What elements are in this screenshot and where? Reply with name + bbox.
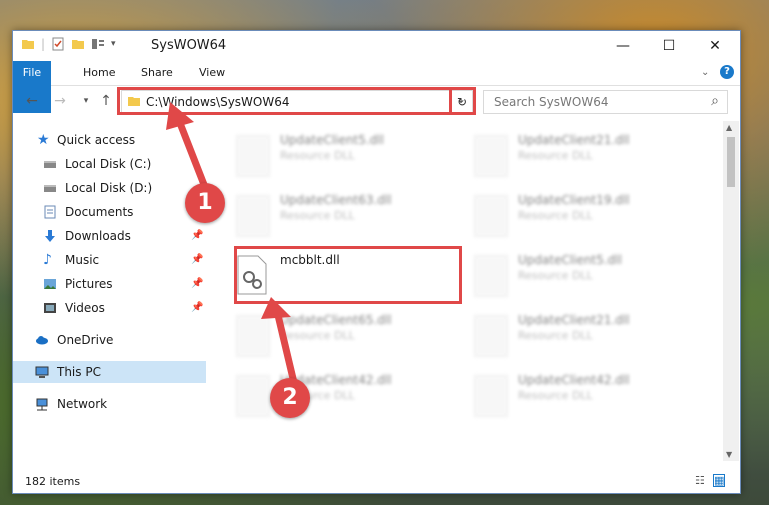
file-item[interactable]: UpdateClient5.dll Resource DLL [446, 247, 646, 299]
step-2-badge: 2 [270, 378, 310, 418]
dll-file-icon [474, 195, 508, 237]
file-name: UpdateClient21.dll [518, 313, 630, 327]
sidebar-item-label: Local Disk (D:) [65, 181, 153, 195]
window-title: SysWOW64 [151, 38, 227, 53]
pin-icon: 📌 [191, 278, 204, 289]
properties-icon[interactable] [51, 37, 65, 51]
file-name: UpdateClient21.dll [518, 133, 630, 147]
sidebar-item-label: Pictures [65, 277, 113, 291]
tab-share[interactable]: Share [133, 61, 181, 85]
star-icon: ★ [37, 132, 50, 148]
maximize-button[interactable]: ☐ [646, 31, 692, 61]
sidebar-item-onedrive[interactable]: OneDrive [13, 329, 206, 351]
music-icon: ♪ [43, 252, 52, 268]
dll-file-icon [474, 135, 508, 177]
search-input[interactable]: Search SysWOW64 [494, 95, 608, 109]
file-name: UpdateClient19.dll [518, 193, 630, 207]
file-type: Resource DLL [518, 209, 593, 222]
sidebar-item-music[interactable]: ♪ Music 📌 [13, 249, 206, 271]
sidebar-item-label: Network [57, 397, 108, 411]
videos-icon [44, 303, 56, 313]
file-name: UpdateClient5.dll [280, 133, 384, 147]
quick-access-toolbar: | ▾ [21, 37, 116, 51]
scroll-up-icon[interactable]: ▲ [726, 123, 732, 132]
sidebar-item-label: Downloads [65, 229, 131, 243]
status-bar: 182 items ☷ ▦ [13, 469, 740, 493]
file-item[interactable]: UpdateClient21.dll Resource DLL [446, 307, 646, 359]
forward-button[interactable]: → [51, 92, 69, 110]
sidebar-item-downloads[interactable]: Downloads 📌 [13, 225, 206, 247]
cloud-icon [36, 336, 48, 345]
recent-locations-button[interactable]: ▾ [77, 92, 95, 110]
file-name: UpdateClient63.dll [280, 193, 392, 207]
expand-ribbon-icon[interactable]: ⌄ [701, 67, 709, 78]
step-1-badge: 1 [185, 183, 225, 223]
help-icon[interactable]: ? [720, 65, 734, 79]
sidebar-item-videos[interactable]: Videos 📌 [13, 297, 206, 319]
refresh-highlight-box [449, 87, 476, 115]
file-item[interactable]: UpdateClient5.dll Resource DLL [208, 127, 408, 179]
vertical-scrollbar[interactable]: ▲ ▼ [723, 121, 739, 461]
dll-file-icon [236, 135, 270, 177]
disk-icon [44, 185, 56, 192]
file-name: UpdateClient5.dll [518, 253, 622, 267]
dll-file-icon [236, 195, 270, 237]
sidebar-item-label: OneDrive [57, 333, 114, 347]
view-options-icon[interactable] [91, 37, 105, 51]
pin-icon: 📌 [191, 302, 204, 313]
ribbon-tabs: File Home Share View ⌄ ? [13, 61, 740, 113]
sidebar-item-label: Music [65, 253, 100, 267]
navigation-bar: ← → ▾ ↑ C:\Windows\SysWOW64 ⌄ ↻ Search S… [13, 86, 740, 118]
pictures-icon [44, 279, 56, 289]
file-name: UpdateClient42.dll [518, 373, 630, 387]
sidebar-item-label: Local Disk (C:) [65, 157, 152, 171]
new-folder-icon[interactable] [71, 37, 85, 51]
file-item[interactable]: UpdateClient21.dll Resource DLL [446, 127, 646, 179]
file-type: Resource DLL [518, 329, 593, 342]
pin-icon: 📌 [191, 230, 204, 241]
file-type: Resource DLL [518, 389, 593, 402]
customize-qa-icon[interactable]: ▾ [111, 39, 116, 49]
network-icon [36, 398, 48, 411]
up-button[interactable]: ↑ [97, 92, 115, 110]
dll-file-icon [474, 255, 508, 297]
file-type: Resource DLL [280, 209, 355, 222]
dll-file-icon [474, 375, 508, 417]
title-bar: | ▾ SysWOW64 — ☐ ✕ [13, 31, 740, 61]
pc-icon [35, 366, 49, 378]
search-icon[interactable]: ⌕ [711, 93, 719, 109]
file-type: Resource DLL [518, 149, 593, 162]
file-type: Resource DLL [280, 149, 355, 162]
search-box[interactable]: Search SysWOW64 ⌕ [483, 90, 728, 114]
sidebar-item-label: This PC [57, 365, 101, 379]
file-item[interactable]: UpdateClient19.dll Resource DLL [446, 187, 646, 239]
back-button[interactable]: ← [23, 92, 41, 110]
item-count: 182 items [25, 475, 81, 488]
file-item[interactable]: UpdateClient63.dll Resource DLL [208, 187, 408, 239]
minimize-button[interactable]: — [600, 31, 646, 61]
details-view-icon[interactable]: ☷ [695, 474, 705, 487]
sidebar-item-label: Quick access [57, 133, 136, 147]
sidebar-item-label: Documents [65, 205, 134, 219]
documents-icon [44, 205, 56, 219]
separator: | [41, 37, 46, 51]
downloads-icon [45, 230, 55, 242]
tab-view[interactable]: View [191, 61, 233, 85]
close-button[interactable]: ✕ [692, 31, 738, 61]
sidebar-item-label: Videos [65, 301, 105, 315]
tab-home[interactable]: Home [75, 61, 123, 85]
dll-file-icon [474, 315, 508, 357]
folder-icon [22, 40, 34, 49]
pin-icon: 📌 [191, 254, 204, 265]
disk-icon [44, 161, 56, 168]
sidebar-item-this-pc[interactable]: This PC [13, 361, 206, 383]
sidebar-item-network[interactable]: Network [13, 393, 206, 415]
scrollbar-thumb[interactable] [727, 137, 735, 187]
large-icons-view-icon[interactable]: ▦ [713, 474, 726, 487]
file-item[interactable]: UpdateClient42.dll Resource DLL [446, 367, 646, 419]
file-type: Resource DLL [518, 269, 593, 282]
scroll-down-icon[interactable]: ▼ [726, 450, 732, 459]
explorer-window: | ▾ SysWOW64 — ☐ ✕ File Home Share View … [12, 30, 741, 494]
sidebar-item-pictures[interactable]: Pictures 📌 [13, 273, 206, 295]
